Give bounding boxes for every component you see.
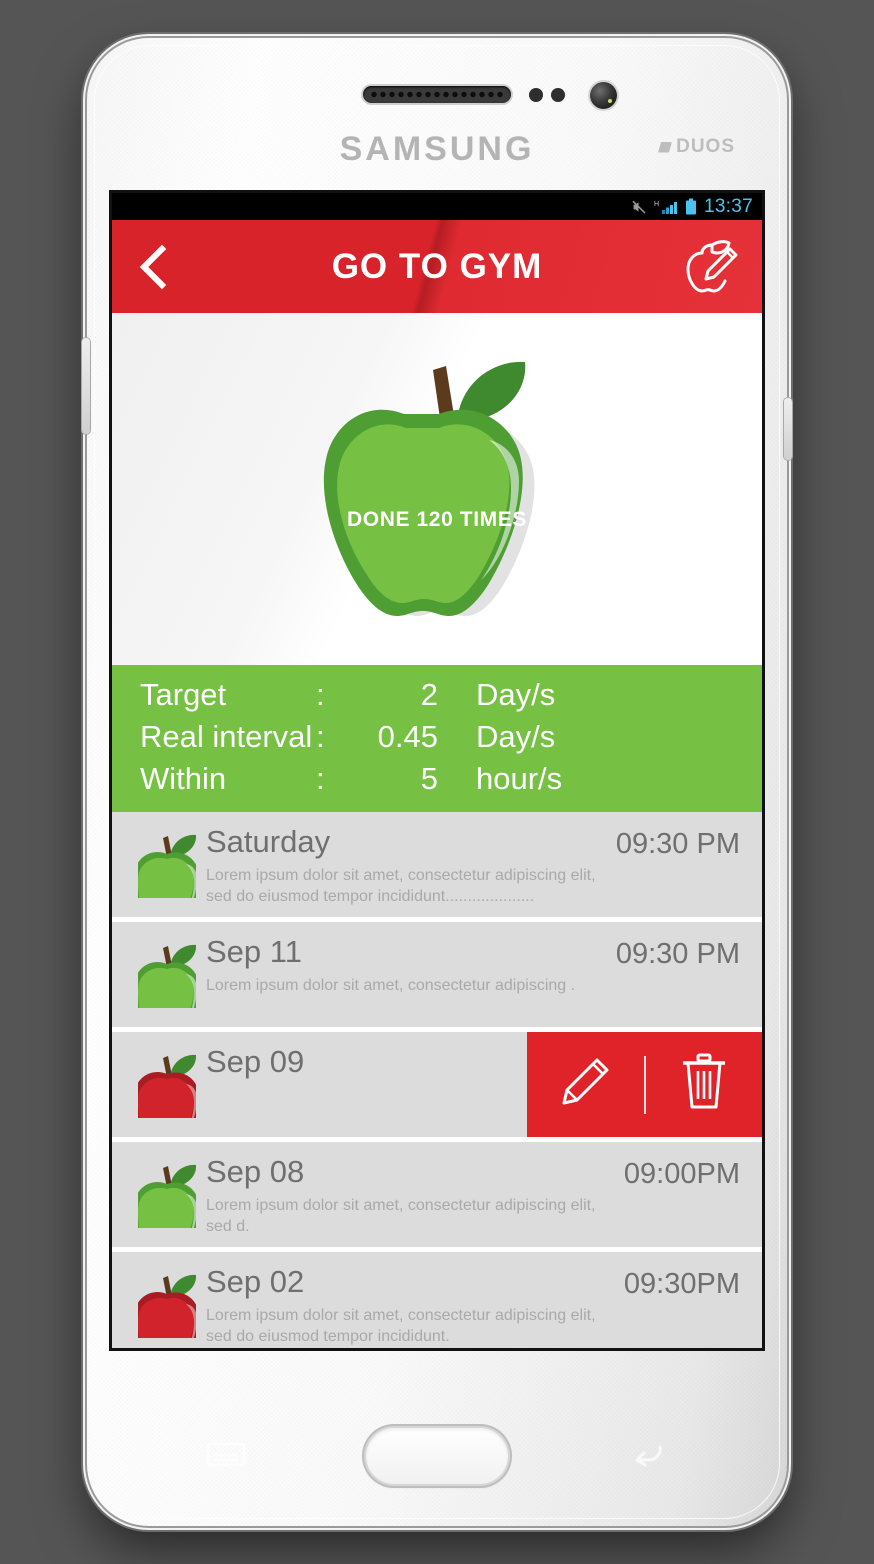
table-row-swiped[interactable]: Sep 09	[112, 1032, 762, 1137]
status-clock: 13:37	[703, 195, 753, 217]
history-list: Saturday Lorem ipsum dolor sit amet, con…	[112, 812, 762, 1348]
stat-row-target: Target : 2 Day/s	[112, 674, 762, 716]
trash-delete-icon	[675, 1051, 733, 1118]
stat-value: 0.45	[377, 719, 438, 754]
red-apple-icon	[133, 1050, 200, 1137]
swipe-actions	[527, 1032, 762, 1137]
stat-unit: hour/s	[476, 761, 563, 796]
stat-colon: :	[316, 677, 325, 712]
signal-h-icon: H	[654, 199, 678, 215]
back-key-icon[interactable]	[627, 1438, 669, 1470]
phone-screen: H 13:37 GO TO GYM DONE 120 TIMES Target …	[112, 193, 762, 1348]
row-title: Saturday	[206, 824, 331, 859]
proximity-sensor-icon	[529, 88, 543, 102]
mute-icon	[631, 199, 647, 215]
green-apple-icon: DONE 120 TIMES	[311, 344, 563, 634]
duos-text: DUOS	[676, 136, 735, 157]
stat-row-real-interval: Real interval : 0.45 Day/s	[112, 716, 762, 758]
green-apple-icon	[133, 940, 200, 1027]
stat-unit: Day/s	[476, 719, 556, 754]
row-time: 09:30PM	[623, 1268, 740, 1300]
stat-colon: :	[316, 761, 325, 796]
stats-band: Target : 2 Day/s Real interval : 0.45 Da…	[112, 665, 762, 812]
green-apple-icon	[133, 1160, 200, 1247]
home-button[interactable]	[366, 1428, 508, 1484]
volume-button[interactable]	[82, 338, 90, 434]
green-apple-icon	[133, 830, 200, 917]
stat-row-within: Within : 5 hour/s	[112, 758, 762, 800]
edit-button[interactable]	[527, 1032, 644, 1137]
speaker-grill-icon	[363, 86, 511, 103]
duos-tag-icon	[658, 141, 673, 153]
stat-label: Target	[140, 677, 227, 712]
stat-label: Within	[140, 761, 227, 796]
phone-device: SAMSUNG DUOS H 13:37 GO TO GYM DONE 120 …	[82, 38, 792, 1526]
delete-button[interactable]	[646, 1032, 763, 1137]
battery-icon	[685, 198, 697, 216]
row-description: Lorem ipsum dolor sit amet, consectetur …	[206, 1196, 596, 1236]
light-sensor-icon	[551, 88, 565, 102]
stat-colon: :	[316, 719, 325, 754]
row-time: 09:00PM	[623, 1158, 740, 1190]
row-body: Sep 11 Lorem ipsum dolor sit amet, conse…	[206, 922, 616, 996]
device-brand-label: SAMSUNG	[339, 130, 535, 168]
row-description: Lorem ipsum dolor sit amet, consectetur …	[206, 1306, 596, 1346]
row-title: Sep 08	[206, 1154, 305, 1189]
status-bar: H 13:37	[112, 193, 762, 220]
apple-pencil-edit-icon[interactable]	[678, 239, 740, 295]
stat-unit: Day/s	[476, 677, 556, 712]
row-body: Sep 02 Lorem ipsum dolor sit amet, conse…	[206, 1252, 624, 1348]
row-title: Sep 11	[206, 934, 302, 969]
table-row[interactable]: Sep 11 Lorem ipsum dolor sit amet, conse…	[112, 922, 762, 1027]
device-variant-label: DUOS	[658, 136, 735, 158]
table-row[interactable]: Sep 02 Lorem ipsum dolor sit amet, conse…	[112, 1252, 762, 1348]
stat-label: Real interval	[140, 719, 313, 754]
stat-value: 2	[420, 677, 438, 712]
row-description: Lorem ipsum dolor sit amet, consectetur …	[206, 976, 576, 994]
row-time: 09:30 PM	[615, 938, 740, 970]
row-body: Sep 08 Lorem ipsum dolor sit amet, conse…	[206, 1142, 624, 1238]
row-title: Sep 02	[206, 1264, 305, 1299]
power-button[interactable]	[784, 398, 792, 460]
front-camera-icon	[590, 82, 617, 109]
red-apple-icon	[133, 1270, 200, 1348]
stat-value: 5	[420, 761, 438, 796]
row-description: Lorem ipsum dolor sit amet, consectetur …	[206, 866, 596, 906]
row-time: 09:30 PM	[615, 828, 740, 860]
table-row[interactable]: Saturday Lorem ipsum dolor sit amet, con…	[112, 812, 762, 917]
pencil-edit-icon	[555, 1052, 615, 1117]
back-chevron-icon[interactable]	[134, 244, 172, 290]
page-title: GO TO GYM	[331, 246, 543, 286]
hero-section: DONE 120 TIMES	[112, 313, 762, 665]
svg-text:H: H	[654, 201, 659, 208]
app-bar: GO TO GYM	[112, 220, 762, 313]
row-body: Saturday Lorem ipsum dolor sit amet, con…	[206, 812, 616, 908]
menu-key-icon[interactable]	[205, 1438, 247, 1470]
table-row[interactable]: Sep 08 Lorem ipsum dolor sit amet, conse…	[112, 1142, 762, 1247]
